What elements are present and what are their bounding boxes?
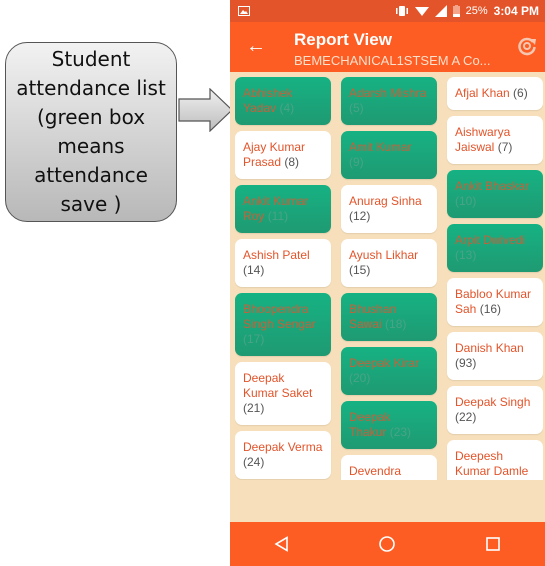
student-name: Danish Khan [455, 341, 524, 355]
student-card-present[interactable]: Abhishek Yadav (4) [235, 77, 331, 125]
roll-number: (17) [243, 332, 265, 346]
student-column: Adarsh Mishra (5) Amit Kumar (9) Anurag Si… [341, 77, 437, 480]
roll-number: (22) [455, 410, 477, 424]
roll-number: (8) [284, 155, 300, 169]
roll-number: (20) [349, 371, 371, 385]
student-column: Abhishek Yadav (4) Ajay Kumar Prasad (8) A… [235, 77, 331, 480]
student-card-present[interactable]: Amit Kumar (9) [341, 131, 437, 179]
roll-number: (14) [243, 263, 265, 277]
image-notification-icon [238, 6, 250, 16]
student-card-present[interactable]: Adarsh Mishra (5) [341, 77, 437, 125]
student-name: Afjal Khan [455, 86, 510, 100]
roll-number: (5) [349, 101, 364, 115]
student-name: Adarsh Mishra [349, 86, 427, 100]
refresh-icon[interactable] [517, 36, 537, 56]
callout-text: Student attendance list (green box means… [16, 47, 166, 216]
student-card[interactable]: Devendra Pratap Singh [341, 455, 437, 480]
student-name: Amit Kumar [349, 140, 412, 154]
roll-number: (6) [513, 86, 528, 100]
student-card[interactable]: Deepesh Kumar Damle [447, 440, 543, 480]
arrow-right-icon [178, 88, 233, 132]
signal-icon [434, 5, 447, 17]
student-card-present[interactable]: Arpit Dwivedi (13) [447, 224, 543, 272]
page-subtitle: BEMECHANICAL1STSEM A Co... [294, 53, 491, 68]
page-title: Report View [294, 30, 392, 49]
status-bar: 25% 3:04 PM [230, 0, 545, 22]
battery-icon [452, 5, 460, 17]
roll-number: (24) [243, 455, 265, 469]
student-card[interactable]: Deepak Kumar Saket (21) [235, 362, 331, 425]
roll-number: (15) [349, 263, 371, 277]
phone-screen: 25% 3:04 PM ← Report View BEMECHANICAL1S… [230, 0, 545, 566]
student-name: Deepesh Kumar Damle [455, 449, 529, 478]
student-card[interactable]: Ashish Patel (14) [235, 239, 331, 287]
roll-number: (12) [349, 209, 371, 223]
student-card-present[interactable]: Ankit Kumar Roy (11) [235, 185, 331, 233]
roll-number: (11) [267, 209, 289, 223]
student-name: Ashish Patel [243, 248, 310, 262]
roll-number: (18) [385, 317, 407, 331]
roll-number: (10) [455, 194, 477, 208]
student-name: Deepak Verma [243, 440, 323, 454]
student-card-present[interactable]: Bhoopendra Singh Sengar (17) [235, 293, 331, 356]
clock: 3:04 PM [493, 4, 539, 18]
student-name: Devendra Pratap Singh [349, 464, 418, 480]
student-name: Deepak Thakur [349, 410, 391, 439]
roll-number: (16) [479, 302, 502, 316]
student-name: Ankit Bhaskar [455, 179, 530, 193]
roll-number: (13) [455, 248, 477, 262]
recents-square-icon[interactable] [485, 536, 501, 552]
student-card[interactable]: Danish Khan (93) [447, 332, 543, 380]
student-name: Bhoopendra Singh Sengar [243, 302, 316, 331]
student-card[interactable]: Ajay Kumar Prasad (8) [235, 131, 331, 179]
student-card[interactable]: Babloo Kumar Sah (16) [447, 278, 543, 326]
student-card[interactable]: Deepak Singh (22) [447, 386, 543, 434]
student-card[interactable]: Ayush Likhar (15) [341, 239, 437, 287]
student-card-present[interactable]: Bhushan Sawai (18) [341, 293, 437, 341]
back-triangle-icon[interactable] [274, 536, 290, 552]
annotation-callout: Student attendance list (green box means… [5, 42, 177, 222]
student-name: Deepak Kumar Saket [243, 371, 313, 400]
student-name: Ayush Likhar [349, 248, 419, 262]
student-card[interactable]: Anurag Sinha (12) [341, 185, 437, 233]
student-card-present[interactable]: Deepak Thakur (23) [341, 401, 437, 449]
student-column: Afjal Khan (6) Aishwarya Jaiswal (7) Ankit… [447, 77, 543, 480]
student-name: Deepak Kirar [349, 356, 420, 370]
wifi-icon [414, 7, 429, 16]
student-card-present[interactable]: Ankit Bhaskar (10) [447, 170, 543, 218]
roll-number: (21) [243, 401, 265, 415]
student-grid: Abhishek Yadav (4) Ajay Kumar Prasad (8) A… [235, 77, 543, 480]
roll-number: (9) [349, 155, 364, 169]
student-name: Arpit Dwivedi [455, 233, 526, 247]
student-card[interactable]: Aishwarya Jaiswal (7) [447, 116, 543, 164]
student-card-present[interactable]: Deepak Kirar (20) [341, 347, 437, 395]
student-card[interactable]: Deepak Verma (24) [235, 431, 331, 479]
student-name: Deepak Singh [455, 395, 531, 409]
navigation-bar [230, 522, 545, 566]
toolbar: ← Report View BEMECHANICAL1STSEM A Co... [230, 22, 545, 72]
vibrate-icon [395, 6, 408, 16]
arrow-left-icon[interactable]: ← [246, 35, 266, 58]
roll-number: (7) [497, 140, 513, 154]
student-name: Anurag Sinha [349, 194, 422, 208]
roll-number: (4) [279, 101, 295, 115]
roll-number: (93) [455, 356, 477, 370]
student-card[interactable]: Afjal Khan (6) [447, 77, 543, 110]
battery-percent: 25% [465, 5, 488, 17]
home-circle-icon[interactable] [378, 535, 396, 553]
roll-number: (23) [389, 425, 412, 439]
